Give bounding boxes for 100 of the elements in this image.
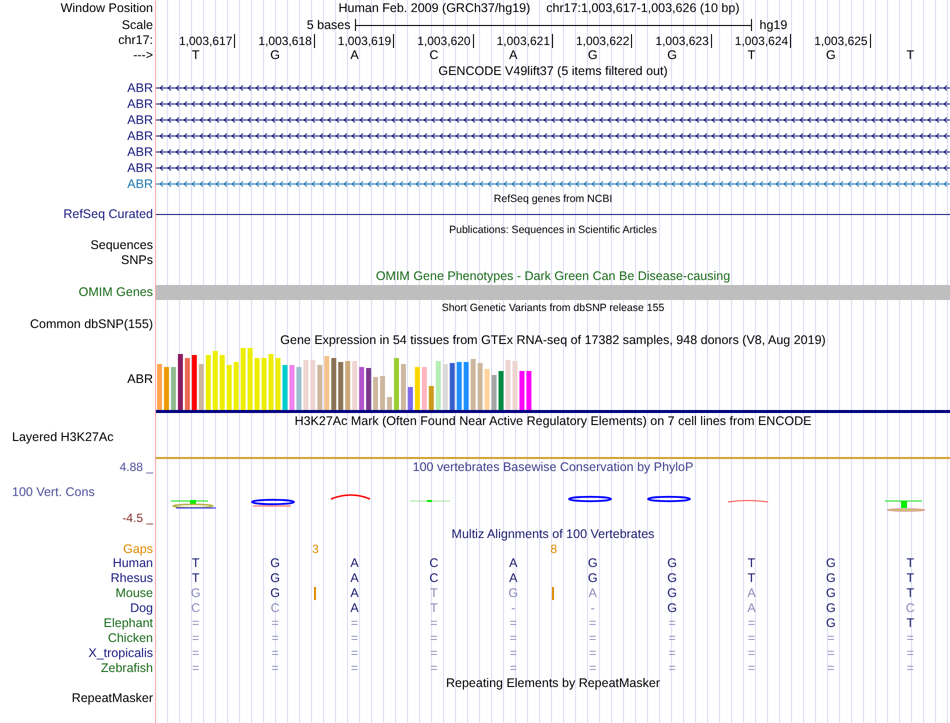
track-label[interactable]: ABR (127, 146, 153, 158)
expression-bar (464, 362, 469, 410)
expression-bar (345, 361, 350, 410)
aligned-base: = (906, 662, 914, 675)
expression-bar (456, 362, 462, 410)
track-label[interactable]: Elephant (104, 617, 153, 630)
aligned-base: = (271, 632, 279, 645)
expression-bar (310, 360, 316, 410)
expression-bar (303, 360, 308, 410)
base-letter: G (270, 49, 280, 62)
aligned-base: = (510, 632, 517, 645)
expression-bar (366, 368, 372, 410)
track-label[interactable]: Dog (130, 602, 153, 615)
track-label[interactable]: Human (112, 557, 153, 570)
track-label[interactable]: chr17: (118, 34, 153, 47)
gene-feature-line[interactable] (156, 133, 950, 139)
expression-bar (484, 369, 490, 410)
track-label[interactable]: ABR (127, 114, 153, 126)
track-label[interactable]: ABR (127, 98, 153, 110)
track-label[interactable]: Scale (122, 18, 153, 32)
gene-feature-line[interactable] (156, 101, 950, 107)
aligned-base: = (748, 647, 756, 660)
expression-bar (254, 358, 260, 410)
expression-bar (373, 377, 378, 410)
aligned-base: = (668, 617, 676, 630)
expression-bar (240, 348, 246, 410)
aligned-base: = (668, 632, 676, 645)
aligned-base: = (430, 617, 438, 630)
expression-bar (394, 358, 399, 410)
expression-bar (324, 356, 330, 410)
assembly-label: hg19 (758, 16, 788, 34)
aligned-base: G (270, 557, 280, 570)
gene-feature-line[interactable] (156, 117, 950, 123)
track-label[interactable]: Zebrafish (100, 662, 153, 675)
base-letter: T (192, 49, 200, 62)
base-letter: C (429, 49, 438, 62)
aligned-base: = (589, 662, 596, 675)
expression-bar (450, 363, 455, 410)
aligned-base: = (271, 617, 279, 630)
base-letter: G (588, 49, 598, 62)
gene-feature-line[interactable] (156, 85, 950, 91)
track-title: H3K27Ac Mark (Often Found Near Active Regulatory Elements) on 7 cell lines from ENCODE (294, 415, 812, 428)
expression-bar (192, 355, 197, 410)
aligned-base: A (350, 602, 359, 615)
gene-feature-line[interactable] (156, 165, 950, 171)
track-label[interactable]: SNPs (121, 254, 153, 267)
ruler-tick (790, 34, 792, 48)
aligned-base: = (430, 632, 438, 645)
aligned-base: T (906, 557, 914, 570)
aligned-base: G (270, 587, 280, 600)
aligned-base: T (748, 557, 756, 570)
ruler-tick (552, 34, 553, 48)
axis-min-label: -4.5 _ (121, 511, 154, 525)
aligned-base: A (350, 572, 359, 585)
expression-bar (414, 367, 420, 410)
track-label[interactable]: ABR (127, 372, 153, 386)
expression-bar (436, 361, 441, 410)
aligned-base: = (192, 662, 200, 675)
aligned-base: = (668, 647, 676, 660)
track-label[interactable]: RefSeq Curated (63, 208, 153, 221)
track-label[interactable]: ---> (133, 49, 153, 62)
aligned-base: = (589, 647, 596, 660)
track-label[interactable]: RepeatMasker (72, 692, 153, 705)
expression-bar (178, 354, 183, 410)
track-label[interactable]: Layered H3K27Ac (12, 431, 114, 444)
track-label[interactable]: OMIM Genes (78, 286, 153, 298)
track-label[interactable]: Window Position (60, 2, 153, 15)
aligned-base: T (906, 617, 914, 630)
expression-bar (212, 351, 218, 410)
expression-bar (359, 367, 364, 410)
ruler-tick (870, 34, 871, 48)
aligned-base: = (906, 632, 914, 645)
track-label[interactable]: ABR (127, 178, 153, 190)
track-label[interactable]: ABR (127, 162, 153, 174)
track-label[interactable]: ABR (127, 130, 153, 142)
aligned-base: G (588, 572, 598, 585)
position-number: 1,003,619 (338, 35, 392, 48)
track-label[interactable]: Mouse (115, 587, 153, 600)
track-label[interactable]: Sequences (90, 239, 153, 252)
track-label[interactable]: ABR (127, 82, 153, 94)
aligned-base: = (350, 632, 358, 645)
base-letter: A (509, 49, 518, 62)
aligned-base: A (747, 602, 756, 615)
track-label[interactable]: Common dbSNP(155) (30, 318, 153, 331)
track-title: RefSeq genes from NCBI (494, 194, 612, 205)
track-label[interactable]: X_tropicalis (88, 647, 153, 660)
aligned-base: = (668, 662, 676, 675)
position-number: 1,003,621 (496, 35, 551, 48)
track-label[interactable]: Rhesus (110, 572, 153, 585)
ruler-tick (393, 34, 394, 48)
expression-bar (226, 365, 232, 410)
gene-feature-line[interactable] (156, 149, 950, 155)
base-letter: G (667, 49, 677, 62)
track-label[interactable]: 100 Vert. Cons (0, 485, 155, 499)
aligned-base: = (350, 647, 358, 660)
base-letter: T (748, 49, 756, 62)
ruler-tick (631, 34, 632, 48)
axis-max-label: 4.88 _ (118, 459, 154, 475)
track-label[interactable]: Chicken (108, 632, 153, 645)
ruler-tick (710, 34, 712, 48)
